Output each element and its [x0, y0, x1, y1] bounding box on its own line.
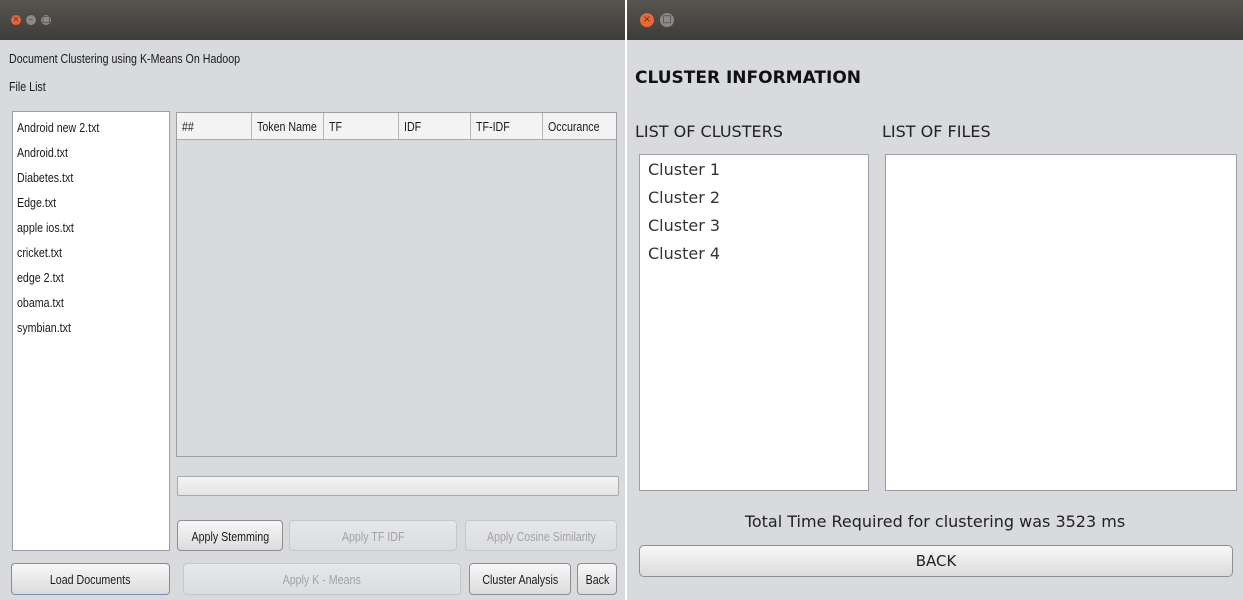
apply-k-means-button[interactable]: Apply K - Means — [183, 563, 461, 595]
files-list[interactable] — [885, 154, 1237, 491]
file-name: Android.txt — [17, 145, 68, 160]
list-item[interactable]: Cluster 1 — [640, 156, 868, 184]
table-header: ## Token Name TF IDF TF-IDF Occurance — [177, 113, 616, 140]
cluster-analysis-button[interactable]: Cluster Analysis — [469, 563, 571, 595]
list-item[interactable]: Diabetes.txt — [13, 164, 169, 189]
back-button[interactable]: Back — [577, 563, 617, 595]
apply-cosine-similarity-button[interactable]: Apply Cosine Similarity — [465, 520, 617, 551]
list-item[interactable]: Android.txt — [13, 139, 169, 164]
column-header-number[interactable]: ## — [182, 114, 194, 139]
maximize-icon[interactable]: □ — [40, 14, 52, 26]
column-header-occurance[interactable]: Occurance — [548, 114, 600, 139]
list-item[interactable]: Cluster 3 — [640, 212, 868, 240]
title-bar: × □ — [627, 0, 1243, 40]
minimize-icon[interactable]: – — [25, 14, 37, 26]
close-icon[interactable]: × — [639, 12, 655, 28]
file-list[interactable]: Android new 2.txt Android.txt Diabetes.txt… — [12, 111, 170, 551]
total-time-label: Total Time Required for clustering was 3… — [744, 512, 1126, 531]
file-name: cricket.txt — [17, 245, 63, 260]
list-of-clusters-label: LIST OF CLUSTERS — [635, 122, 783, 141]
close-icon[interactable]: × — [10, 14, 22, 26]
document-clustering-window: × – □ Document Clustering using K-Means … — [0, 0, 625, 600]
file-name: Android new 2.txt — [17, 120, 100, 135]
column-header-tf[interactable]: TF — [329, 114, 342, 139]
file-name: Diabetes.txt — [17, 170, 74, 185]
app-heading: Document Clustering using K-Means On Had… — [9, 51, 241, 66]
list-item[interactable]: symbian.txt — [13, 314, 169, 339]
cluster-information-window: × □ CLUSTER INFORMATION LIST OF CLUSTERS… — [627, 0, 1243, 600]
token-table[interactable]: ## Token Name TF IDF TF-IDF Occurance — [176, 112, 617, 457]
file-name: apple ios.txt — [17, 220, 74, 235]
page-title: CLUSTER INFORMATION — [635, 68, 862, 88]
list-item[interactable]: Cluster 2 — [640, 184, 868, 212]
title-bar: × – □ — [0, 0, 625, 40]
file-name: edge 2.txt — [17, 270, 64, 285]
list-item[interactable]: cricket.txt — [13, 239, 169, 264]
list-item[interactable]: edge 2.txt — [13, 264, 169, 289]
apply-tf-idf-button[interactable]: Apply TF IDF — [289, 520, 457, 551]
list-item[interactable]: Cluster 4 — [640, 240, 868, 268]
list-item[interactable]: apple ios.txt — [13, 214, 169, 239]
list-item[interactable]: Edge.txt — [13, 189, 169, 214]
column-header-idf[interactable]: IDF — [404, 114, 421, 139]
file-name: Edge.txt — [17, 195, 57, 210]
list-of-files-label: LIST OF FILES — [882, 122, 991, 141]
column-header-token-name[interactable]: Token Name — [257, 114, 317, 139]
column-header-tf-idf[interactable]: TF-IDF — [476, 114, 510, 139]
back-button[interactable]: BACK — [639, 545, 1233, 577]
file-list-label: File List — [9, 79, 46, 94]
file-name: symbian.txt — [17, 320, 71, 335]
load-documents-button[interactable]: Load Documents — [11, 563, 170, 595]
maximize-icon[interactable]: □ — [659, 12, 675, 28]
list-item[interactable]: obama.txt — [13, 289, 169, 314]
list-item[interactable]: Android new 2.txt — [13, 114, 169, 139]
apply-stemming-button[interactable]: Apply Stemming — [177, 520, 283, 551]
file-name: obama.txt — [17, 295, 64, 310]
progress-bar — [177, 476, 619, 496]
cluster-list[interactable]: Cluster 1 Cluster 2 Cluster 3 Cluster 4 — [639, 154, 869, 491]
